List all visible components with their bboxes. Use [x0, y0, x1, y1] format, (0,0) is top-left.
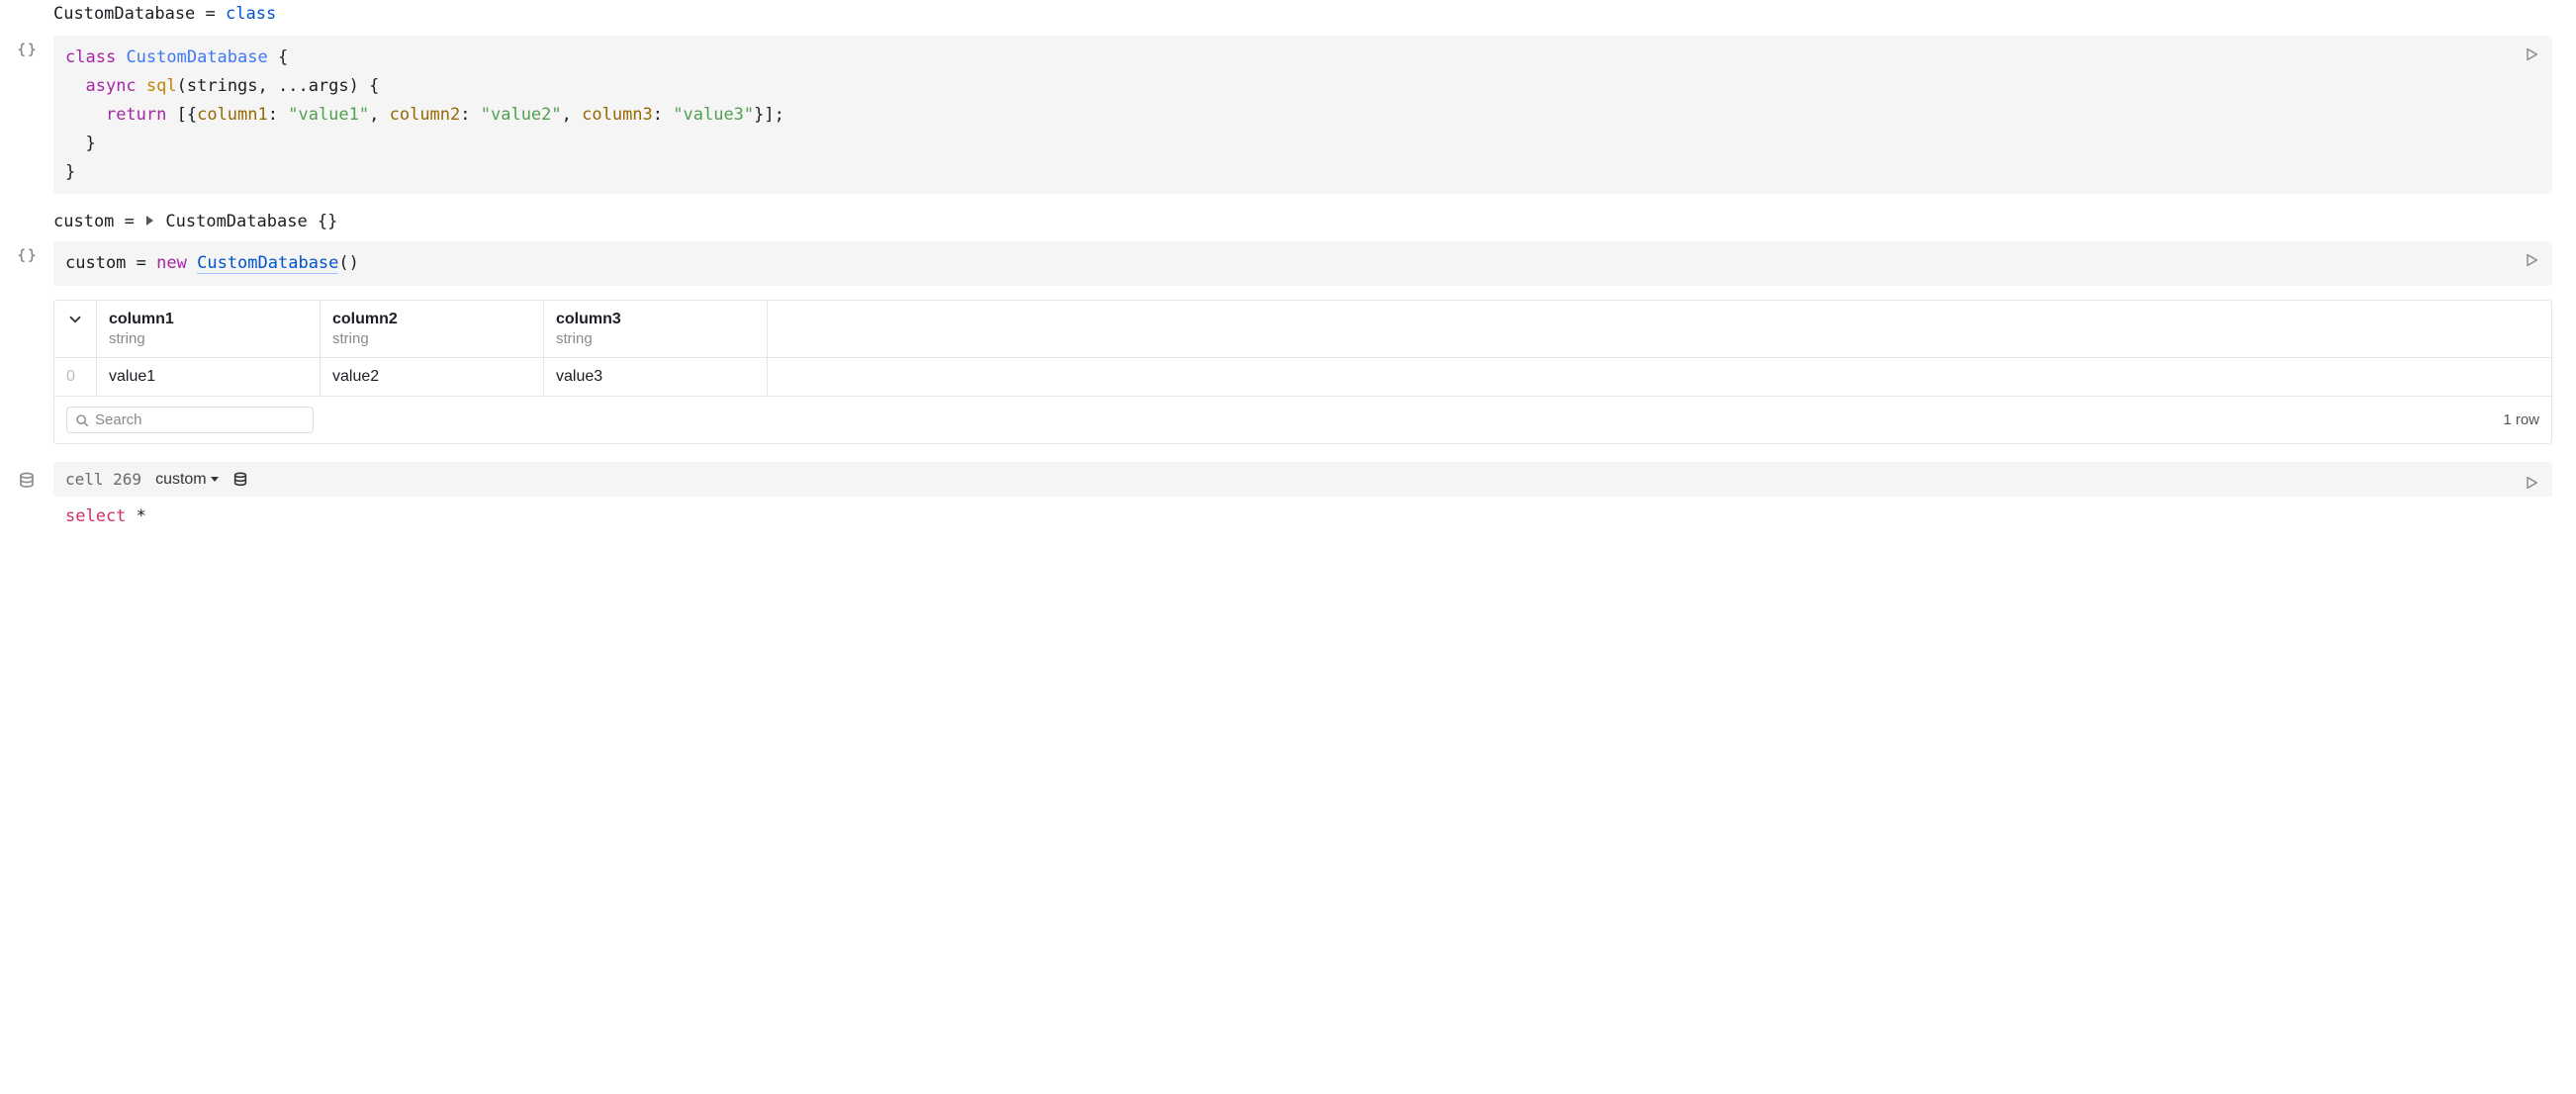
chevron-down-icon [66, 311, 84, 328]
database-icon[interactable] [232, 472, 248, 488]
column-type: string [556, 330, 755, 347]
database-select[interactable]: custom [155, 471, 219, 489]
sql-cell-gutter [0, 462, 53, 490]
braces-icon [18, 42, 36, 59]
row-index: 0 [54, 358, 97, 397]
sql-toolbar: cell 269 custom [53, 462, 2552, 497]
output-variable: custom [53, 212, 114, 231]
play-icon [2524, 475, 2539, 491]
class-name: CustomDatabase [126, 47, 267, 67]
column-name: column3 [556, 311, 755, 328]
play-icon [2524, 252, 2539, 268]
search-input[interactable] [95, 411, 305, 428]
run-cell-button[interactable] [2521, 249, 2542, 271]
keyword-class: class [65, 47, 116, 67]
search-icon [75, 413, 89, 427]
sql-editor[interactable]: select * [53, 497, 2552, 534]
output-value: class [226, 4, 276, 24]
cell1-output: CustomDatabase = class [0, 0, 2552, 36]
keyword-new: new [156, 253, 187, 273]
sql-cell-row: cell 269 custom select * [0, 462, 2552, 534]
column-header[interactable]: column2 string [321, 301, 544, 358]
column-type: string [109, 330, 308, 347]
cell2-gutter [0, 241, 53, 265]
cell2-output: custom = CustomDatabase {} [0, 194, 2552, 241]
column-type: string [332, 330, 531, 347]
play-icon [2524, 46, 2539, 62]
column-name: column1 [109, 311, 308, 328]
run-cell-button[interactable] [2521, 472, 2542, 494]
result-table: column1 string column2 string column3 st… [53, 300, 2552, 444]
keyword-async: async [85, 76, 136, 96]
keyword-select: select [65, 506, 126, 526]
method-name: sql [146, 76, 177, 96]
table-cell-empty [768, 358, 2552, 397]
cell2-code-editor[interactable]: custom = new CustomDatabase() [53, 241, 2552, 286]
expand-icon[interactable] [146, 216, 153, 226]
column-name: column2 [332, 311, 531, 328]
table-footer: 1 row [54, 396, 2551, 443]
collapse-toggle[interactable] [54, 301, 97, 358]
table-cell: value3 [544, 358, 768, 397]
cell2-row: custom = new CustomDatabase() [0, 241, 2552, 286]
table-cell: value1 [97, 358, 321, 397]
column-header[interactable]: column3 string [544, 301, 768, 358]
cell1-code-editor[interactable]: class CustomDatabase { async sql(strings… [53, 36, 2552, 194]
cell1-row: class CustomDatabase { async sql(strings… [0, 36, 2552, 194]
row-count-label: 1 row [2503, 411, 2539, 428]
run-cell-button[interactable] [2521, 44, 2542, 65]
braces-icon [18, 247, 36, 265]
column-header-empty [768, 301, 2552, 358]
class-reference-link[interactable]: CustomDatabase [197, 253, 338, 274]
cell1-gutter [0, 36, 53, 59]
caret-down-icon [211, 477, 219, 482]
output-variable: CustomDatabase [53, 4, 195, 24]
keyword-return: return [106, 105, 166, 125]
output-classname: CustomDatabase [165, 212, 307, 231]
database-name: custom [155, 471, 207, 489]
table-header-row: column1 string column2 string column3 st… [54, 301, 2551, 358]
database-icon [18, 472, 36, 490]
sql-cell-label: cell 269 [65, 470, 141, 489]
table-search[interactable] [66, 407, 314, 433]
table-row[interactable]: 0 value1 value2 value3 [54, 358, 2551, 397]
table-cell: value2 [321, 358, 544, 397]
column-header[interactable]: column1 string [97, 301, 321, 358]
